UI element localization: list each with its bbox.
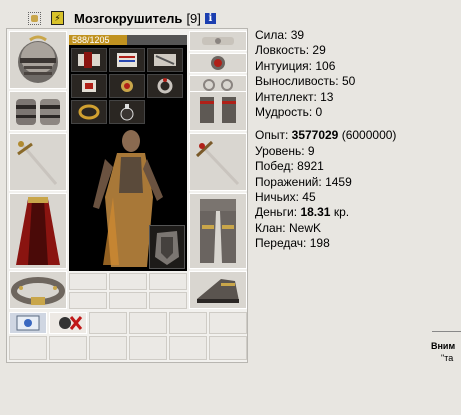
belt-pocket-6[interactable] [149, 292, 187, 309]
boots-slot[interactable] [189, 271, 247, 309]
sword-icon [17, 141, 58, 185]
stat-agility: Ловкость: 29 [255, 43, 326, 58]
belt-pocket-1[interactable] [69, 273, 107, 290]
ring-slot-5[interactable] [109, 74, 145, 98]
cloak-icon [16, 197, 60, 265]
divider [432, 331, 461, 332]
shield-icon [155, 231, 179, 265]
trick-slot-9[interactable] [89, 336, 127, 360]
bracers-slot[interactable] [9, 91, 67, 131]
ring-slot-6[interactable] [147, 74, 183, 98]
gloves-slot[interactable] [189, 91, 247, 131]
stats-panel: Сила: 39 Ловкость: 29 Интуиция: 106 Выно… [255, 28, 396, 252]
ring-icon [157, 78, 173, 94]
stat-losses: Поражений: 1459 [255, 174, 352, 189]
hp-bar-text: 588/1205 [72, 35, 110, 45]
armor-icon [200, 199, 236, 263]
helmet-slot[interactable] [9, 31, 67, 89]
stat-experience: Опыт: 3577029 (6000000) [255, 128, 397, 143]
belt-pocket-4[interactable] [69, 292, 107, 309]
scroll-icon [78, 52, 100, 68]
stat-clan: Клан: NewK [255, 220, 321, 235]
ring-slot-3[interactable] [147, 48, 183, 72]
gloves-icon [200, 97, 236, 123]
character-figure: 588/1205 [69, 35, 187, 271]
potion-icon [82, 80, 96, 92]
trick-slot-3[interactable] [89, 312, 127, 334]
ring-slot-4[interactable] [71, 74, 107, 98]
info-icon[interactable]: i [204, 12, 216, 24]
legs-slot[interactable] [189, 193, 247, 269]
trick-slot-11[interactable] [169, 336, 207, 360]
stat-money: Деньги: 18.31 кр. [255, 205, 350, 220]
belt-pocket-3[interactable] [149, 273, 187, 290]
notice-text: "та [441, 353, 454, 363]
character-nick: Мозгокрушитель [74, 10, 183, 26]
scroll-icon [16, 315, 40, 331]
trick-slot-1[interactable] [9, 312, 47, 334]
bracers-icon [16, 99, 60, 125]
stat-wisdom: Мудрость: 0 [255, 105, 323, 120]
equipment-panel: 588/1205 [6, 28, 248, 363]
belt-slot[interactable] [9, 271, 67, 309]
trick-slot-8[interactable] [49, 336, 87, 360]
ring-slot-1[interactable] [71, 48, 107, 72]
hp-bar: 588/1205 [69, 35, 187, 45]
ring-slot-7[interactable] [71, 100, 107, 124]
amulet-icon [121, 80, 133, 92]
earring-icon [202, 37, 234, 45]
stat-level: Уровень: 9 [255, 143, 315, 158]
shield-slot[interactable] [149, 225, 185, 269]
boots-icon [197, 279, 239, 303]
cancel-icon [59, 316, 83, 330]
character-level: [9] [186, 10, 201, 26]
stat-transfers: Передач: 198 [255, 236, 330, 251]
belt-pocket-2[interactable] [109, 273, 147, 290]
belt-icon [11, 277, 65, 305]
trick-slot-12[interactable] [209, 336, 247, 360]
trick-slot-10[interactable] [129, 336, 167, 360]
align-icon [28, 11, 41, 25]
trick-slot-2[interactable] [49, 312, 87, 334]
book-icon [117, 53, 137, 67]
ring-icon [78, 104, 100, 120]
trick-slot-5[interactable] [169, 312, 207, 334]
trick-slot-6[interactable] [209, 312, 247, 334]
flask-icon [120, 104, 134, 121]
stat-wins: Побед: 8921 [255, 159, 324, 174]
stat-intellect: Интеллект: 13 [255, 89, 334, 104]
weapon-right-slot[interactable] [189, 133, 247, 191]
cloak-slot[interactable] [9, 193, 67, 269]
belt-pocket-5[interactable] [109, 292, 147, 309]
necklace-slot[interactable] [189, 53, 247, 73]
amulet-icon [211, 56, 225, 70]
stat-intuition: Интуиция: 106 [255, 58, 336, 73]
trick-slot-4[interactable] [129, 312, 167, 334]
stat-strength: Сила: 39 [255, 28, 305, 42]
sword-icon [195, 140, 240, 186]
clan-badge-icon[interactable]: ⚡ [51, 11, 64, 25]
earring-slot[interactable] [189, 31, 247, 51]
stat-endurance: Выносливость: 50 [255, 74, 356, 89]
ring-slot-8[interactable] [109, 100, 145, 124]
trick-slot-7[interactable] [9, 336, 47, 360]
weapon-left-slot[interactable] [9, 133, 67, 191]
stat-draws: Ничьих: 45 [255, 190, 316, 205]
scroll-icon [154, 54, 176, 66]
ring-slot-2[interactable] [109, 48, 145, 72]
notice-title: Вним [431, 341, 456, 351]
helmet-icon [18, 35, 58, 83]
character-header: ⚡ Мозгокрушитель [9] i [28, 10, 216, 26]
